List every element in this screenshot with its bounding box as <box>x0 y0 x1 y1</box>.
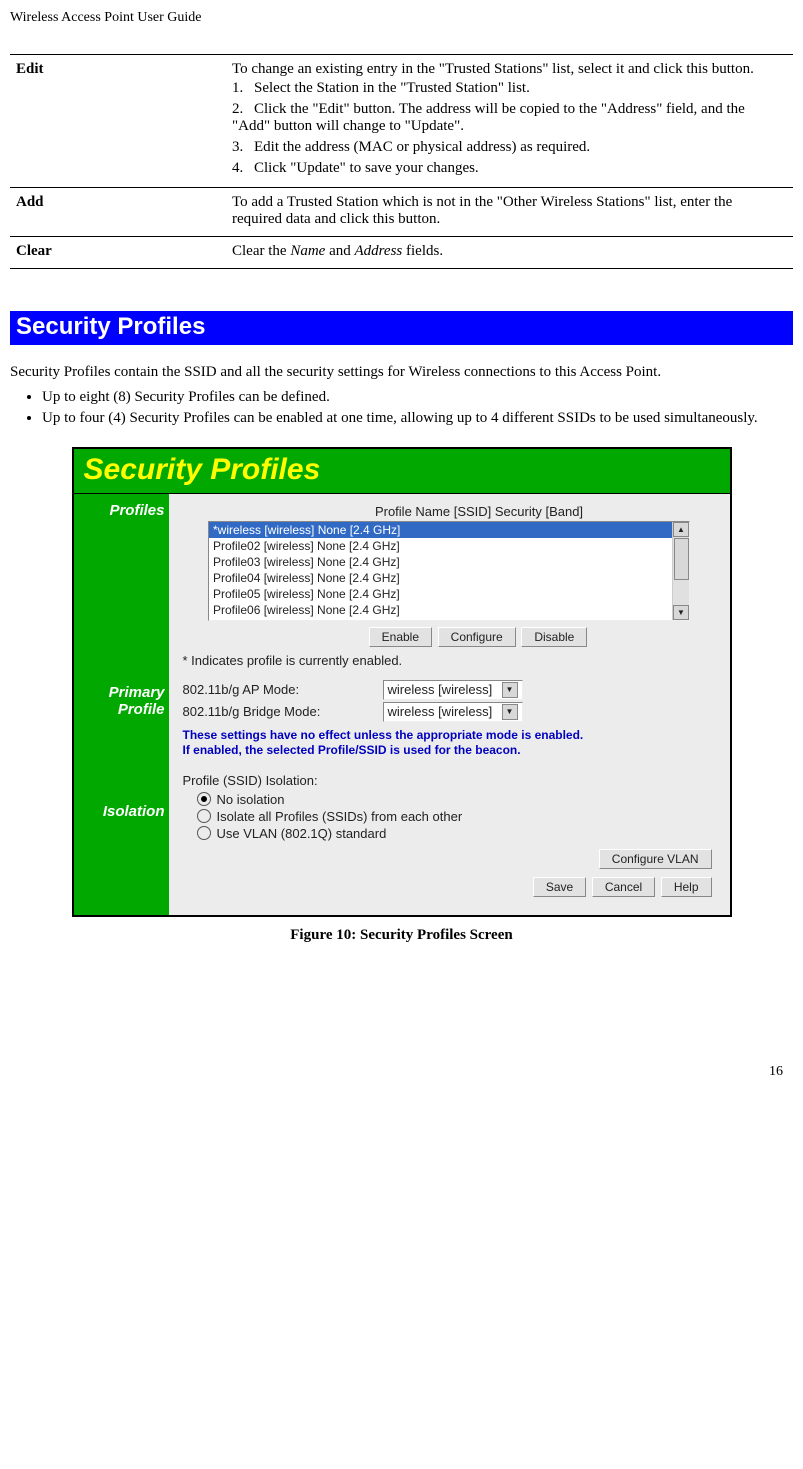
step-text: Select the Station in the "Trusted Stati… <box>254 80 530 96</box>
scroll-down-icon[interactable]: ▼ <box>673 605 689 620</box>
clear-text: and <box>325 243 354 259</box>
ap-mode-label: 802.11b/g AP Mode: <box>183 682 383 697</box>
table-row: Edit To change an existing entry in the … <box>10 55 793 188</box>
list-item[interactable]: Profile02 [wireless] None [2.4 GHz] <box>209 538 689 554</box>
list-item[interactable]: *wireless [wireless] None [2.4 GHz] <box>209 522 689 538</box>
list-item: 1.Select the Station in the "Trusted Sta… <box>232 78 783 99</box>
sidebar-label-primary: Primary <box>78 684 165 701</box>
list-columns-header: Profile Name [SSID] Security [Band] <box>243 504 716 519</box>
configure-vlan-button[interactable]: Configure VLAN <box>599 849 712 869</box>
step-text: Edit the address (MAC or physical addres… <box>254 139 590 155</box>
configure-button[interactable]: Configure <box>438 627 516 647</box>
clear-text: Clear the <box>232 243 290 259</box>
warning-text: These settings have no effect unless the… <box>183 728 716 759</box>
list-item[interactable]: Profile05 [wireless] None [2.4 GHz] <box>209 586 689 602</box>
radio-icon <box>197 792 211 806</box>
table-row: Clear Clear the Name and Address fields. <box>10 237 793 269</box>
table-key-add: Add <box>10 188 226 237</box>
intro-bullets: Up to eight (8) Security Profiles can be… <box>10 387 793 429</box>
page-number: 16 <box>0 944 803 1098</box>
sidebar: Profiles Primary Profile Isolation <box>74 494 169 915</box>
sidebar-label-isolation: Isolation <box>78 803 165 820</box>
chevron-down-icon: ▼ <box>502 704 518 720</box>
scrollbar[interactable]: ▲ ▼ <box>672 522 689 620</box>
table-key-clear: Clear <box>10 237 226 269</box>
bridge-mode-row: 802.11b/g Bridge Mode: wireless [wireles… <box>183 702 716 722</box>
radio-use-vlan[interactable]: Use VLAN (802.1Q) standard <box>197 826 716 841</box>
clear-name-field: Name <box>290 243 325 259</box>
radio-label: No isolation <box>217 792 285 807</box>
clear-text: fields. <box>402 243 443 259</box>
radio-label: Use VLAN (802.1Q) standard <box>217 826 387 841</box>
edit-intro: To change an existing entry in the "Trus… <box>232 61 783 78</box>
figure-caption: Figure 10: Security Profiles Screen <box>10 927 793 944</box>
save-button[interactable]: Save <box>533 877 586 897</box>
select-value: wireless [wireless] <box>388 704 493 719</box>
table-key-edit: Edit <box>10 55 226 188</box>
list-item: 3.Edit the address (MAC or physical addr… <box>232 137 783 158</box>
step-text: Click the "Edit" button. The address wil… <box>232 101 745 134</box>
profiles-listbox[interactable]: *wireless [wireless] None [2.4 GHz] Prof… <box>208 521 690 621</box>
table-desc-add: To add a Trusted Station which is not in… <box>226 188 793 237</box>
list-item: 4.Click "Update" to save your changes. <box>232 158 783 179</box>
button-reference-table: Edit To change an existing entry in the … <box>10 54 793 269</box>
sidebar-label-profile: Profile <box>78 701 165 718</box>
edit-steps: 1.Select the Station in the "Trusted Sta… <box>232 78 783 179</box>
section-intro: Security Profiles contain the SSID and a… <box>10 363 793 383</box>
ap-mode-row: 802.11b/g AP Mode: wireless [wireless] ▼ <box>183 680 716 700</box>
disable-button[interactable]: Disable <box>521 627 587 647</box>
ap-mode-select[interactable]: wireless [wireless] ▼ <box>383 680 523 700</box>
main-panel: Profile Name [SSID] Security [Band] *wir… <box>169 494 730 915</box>
radio-icon <box>197 809 211 823</box>
list-item: Up to four (4) Security Profiles can be … <box>42 408 793 429</box>
cancel-button[interactable]: Cancel <box>592 877 655 897</box>
help-button[interactable]: Help <box>661 877 712 897</box>
isolation-heading: Profile (SSID) Isolation: <box>183 773 716 788</box>
list-item[interactable]: Profile06 [wireless] None [2.4 GHz] <box>209 602 689 618</box>
table-desc-clear: Clear the Name and Address fields. <box>226 237 793 269</box>
section-title: Security Profiles <box>10 311 793 345</box>
security-profiles-screenshot: Security Profiles Profiles Primary Profi… <box>72 447 732 917</box>
list-item: 2.Click the "Edit" button. The address w… <box>232 99 783 137</box>
list-item[interactable]: Profile03 [wireless] None [2.4 GHz] <box>209 554 689 570</box>
table-desc-edit: To change an existing entry in the "Trus… <box>226 55 793 188</box>
select-value: wireless [wireless] <box>388 682 493 697</box>
scroll-thumb[interactable] <box>674 538 689 580</box>
chevron-down-icon: ▼ <box>502 682 518 698</box>
scroll-up-icon[interactable]: ▲ <box>673 522 689 537</box>
radio-label: Isolate all Profiles (SSIDs) from each o… <box>217 809 463 824</box>
radio-isolate-all[interactable]: Isolate all Profiles (SSIDs) from each o… <box>197 809 716 824</box>
list-item[interactable]: Profile04 [wireless] None [2.4 GHz] <box>209 570 689 586</box>
bridge-mode-label: 802.11b/g Bridge Mode: <box>183 704 383 719</box>
list-item: Up to eight (8) Security Profiles can be… <box>42 387 793 408</box>
bridge-mode-select[interactable]: wireless [wireless] ▼ <box>383 702 523 722</box>
step-text: Click "Update" to save your changes. <box>254 160 479 176</box>
sidebar-label-profiles: Profiles <box>78 502 165 519</box>
enabled-note: * Indicates profile is currently enabled… <box>183 653 716 668</box>
page-header: Wireless Access Point User Guide <box>0 0 803 30</box>
radio-no-isolation[interactable]: No isolation <box>197 792 716 807</box>
radio-icon <box>197 826 211 840</box>
enable-button[interactable]: Enable <box>369 627 432 647</box>
panel-title: Security Profiles <box>74 449 730 494</box>
clear-address-field: Address <box>354 243 402 259</box>
table-row: Add To add a Trusted Station which is no… <box>10 188 793 237</box>
